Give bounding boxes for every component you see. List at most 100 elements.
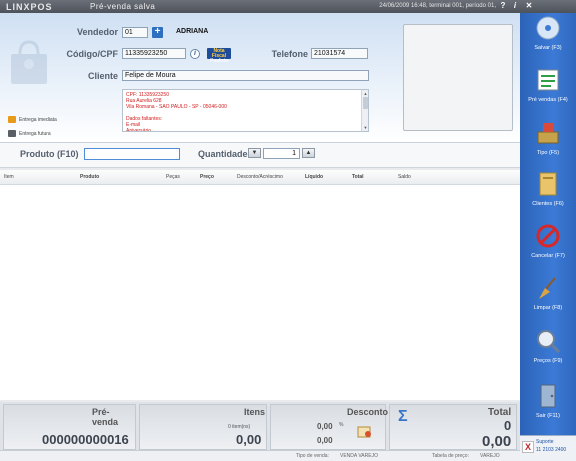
prevenda-box: Pré-venda 000000000016 <box>3 404 136 450</box>
quantidade-label: Quantidade <box>198 149 248 159</box>
cpf-field[interactable]: 11335923250 <box>122 48 186 59</box>
status-bar: Tipo de venda: VENDA VAREJO Tabela de pr… <box>0 450 520 461</box>
cancelar-label: Cancelar (F7) <box>531 253 565 259</box>
scroll-up-icon[interactable]: ▲ <box>363 91 368 96</box>
totals-panel: Pré-venda 000000000016 Itens 0 item(ns) … <box>0 402 520 450</box>
tipo-button[interactable]: Tipo (F5) <box>520 120 576 162</box>
delivery-later-icon <box>8 130 16 137</box>
help-icon[interactable]: ? <box>498 1 508 11</box>
clients-icon <box>539 172 557 196</box>
product-entry-bar: Produto (F10) Quantidade ▼ 1 ▲ <box>0 143 520 168</box>
add-vendedor-button[interactable]: + <box>152 27 163 38</box>
presales-icon <box>537 69 559 91</box>
vendedor-label: Vendedor <box>76 27 118 37</box>
customer-photo-frame <box>403 24 513 131</box>
nota-paulista-logo[interactable]: Nota Fiscal Paulista <box>207 48 231 64</box>
tabela-preco-label: Tabela de preço: <box>432 453 469 459</box>
desconto-percent: 0,00 <box>317 422 333 431</box>
quantity-decrease-button[interactable]: ▼ <box>248 148 261 158</box>
precos-label: Preços (F9) <box>533 358 563 364</box>
memo-scrollbar[interactable]: ▲ ▼ <box>361 90 368 131</box>
total-count: 0 <box>504 418 512 433</box>
cliente-label: Cliente <box>87 71 118 81</box>
cancelar-button[interactable]: Cancelar (F7) <box>520 223 576 265</box>
salvar-button[interactable]: Salvar (F3) <box>520 15 576 57</box>
sair-button[interactable]: Sair (F11) <box>520 383 576 425</box>
col-desconto[interactable]: Desconto/Acréscimo <box>237 174 283 180</box>
pre-vendas-button[interactable]: Pré vendas (F4) <box>520 67 576 109</box>
close-icon[interactable]: ✕ <box>524 1 534 11</box>
sigma-icon: Σ <box>398 408 408 425</box>
tipo-venda-label: Tipo de venda: <box>296 453 329 459</box>
scroll-thumb[interactable] <box>363 97 368 109</box>
percent-symbol: % <box>339 422 344 428</box>
itens-title: Itens <box>244 407 266 417</box>
type-icon <box>537 123 559 144</box>
desconto-title: Desconto <box>347 407 389 417</box>
col-total[interactable]: Total <box>352 174 364 180</box>
support-label: Suporte <box>536 439 554 445</box>
memo-text: CPF: 11335923250 Rua Aurelia 628 Vila Roma… <box>123 90 368 132</box>
clientes-button[interactable]: Clientes (F6) <box>520 171 576 213</box>
grid-header: Item Produto Peças Preço Desconto/Acrésc… <box>0 170 520 185</box>
title-bar: LINXPOS Pré-venda salva 24/06/2009 16:48… <box>0 0 576 13</box>
support-panel: X Suporte 11 2103 2400 <box>520 435 576 461</box>
cancel-icon <box>536 224 560 248</box>
prevenda-title: Pré-venda <box>92 407 119 427</box>
linx-logo-icon: X <box>522 441 534 453</box>
support-phone: 11 2103 2400 <box>536 447 567 453</box>
total-value: 0,00 <box>482 433 512 450</box>
scroll-down-icon[interactable]: ▼ <box>363 125 368 130</box>
customer-form: Vendedor 01 + ADRIANA Código/CPF 1133592… <box>0 13 520 143</box>
cliente-field[interactable]: Felipe de Moura <box>122 70 369 81</box>
precos-button[interactable]: Preços (F9) <box>520 328 576 370</box>
clientes-label: Clientes (F6) <box>532 201 564 207</box>
col-saldo[interactable]: Saldo <box>398 174 411 180</box>
itens-count: 0 item(ns) <box>228 424 251 430</box>
delivery-now-icon <box>8 116 16 123</box>
exit-door-icon <box>540 384 556 408</box>
nota-line2: Paulista <box>210 58 228 64</box>
vendedor-field[interactable]: 01 <box>122 27 148 38</box>
col-item[interactable]: Item <box>4 174 14 180</box>
memo-line: Aniversário <box>126 128 152 132</box>
discount-tag-icon[interactable] <box>357 425 373 439</box>
tipo-venda-value: VENDA VAREJO <box>340 453 378 459</box>
info-icon[interactable]: i <box>510 1 520 11</box>
broom-icon <box>539 277 556 299</box>
entrega-futura-option[interactable]: Entrega futura <box>8 130 51 137</box>
prices-icon <box>537 330 561 354</box>
desconto-box: Desconto 0,00 % 0,00 <box>270 404 389 450</box>
col-liquido[interactable]: Líquido <box>305 174 323 180</box>
items-grid[interactable]: Item Produto Peças Preço Desconto/Acrésc… <box>0 170 520 400</box>
vendedor-name: ADRIANA <box>176 28 209 35</box>
sair-label: Sair (F11) <box>535 413 561 419</box>
entrega-futura-label: Entrega futura <box>19 130 51 137</box>
telefone-label: Telefone <box>271 49 308 59</box>
salvar-label: Salvar (F3) <box>534 45 562 51</box>
total-box: Σ Total 0 0,00 <box>389 404 517 450</box>
limpar-label: Limpar (F8) <box>533 305 563 311</box>
quantity-increase-button[interactable]: ▲ <box>302 148 315 158</box>
customer-details-memo[interactable]: CPF: 11335923250 Rua Aurelia 628 Vila Roma… <box>122 89 369 132</box>
col-produto[interactable]: Produto <box>80 174 99 180</box>
entrega-imediata-option[interactable]: Entrega imediata <box>8 116 57 123</box>
action-toolbar: Salvar (F3) Pré vendas (F4) Tipo (F5) Cl… <box>520 13 576 461</box>
tipo-label: Tipo (F5) <box>536 150 560 156</box>
produto-label: Produto (F10) <box>20 149 79 159</box>
cpf-label: Código/CPF <box>66 49 119 59</box>
itens-value: 0,00 <box>236 432 262 447</box>
entrega-imediata-label: Entrega imediata <box>19 116 57 123</box>
produto-input[interactable] <box>84 148 180 160</box>
mode-title: Pré-venda salva <box>90 2 156 11</box>
quantidade-field[interactable]: 1 <box>263 148 300 159</box>
col-pecas[interactable]: Peças <box>166 174 180 180</box>
telefone-field[interactable]: 21031574 <box>311 48 368 59</box>
cpf-info-icon[interactable]: i <box>190 49 200 59</box>
col-preco[interactable]: Preço <box>200 174 214 180</box>
gift-bag-icon <box>11 40 47 84</box>
prevenda-number: 000000000016 <box>42 432 129 447</box>
desconto-value: 0,00 <box>317 436 333 445</box>
itens-box: Itens 0 item(ns) 0,00 <box>139 404 267 450</box>
limpar-button[interactable]: Limpar (F8) <box>520 275 576 317</box>
